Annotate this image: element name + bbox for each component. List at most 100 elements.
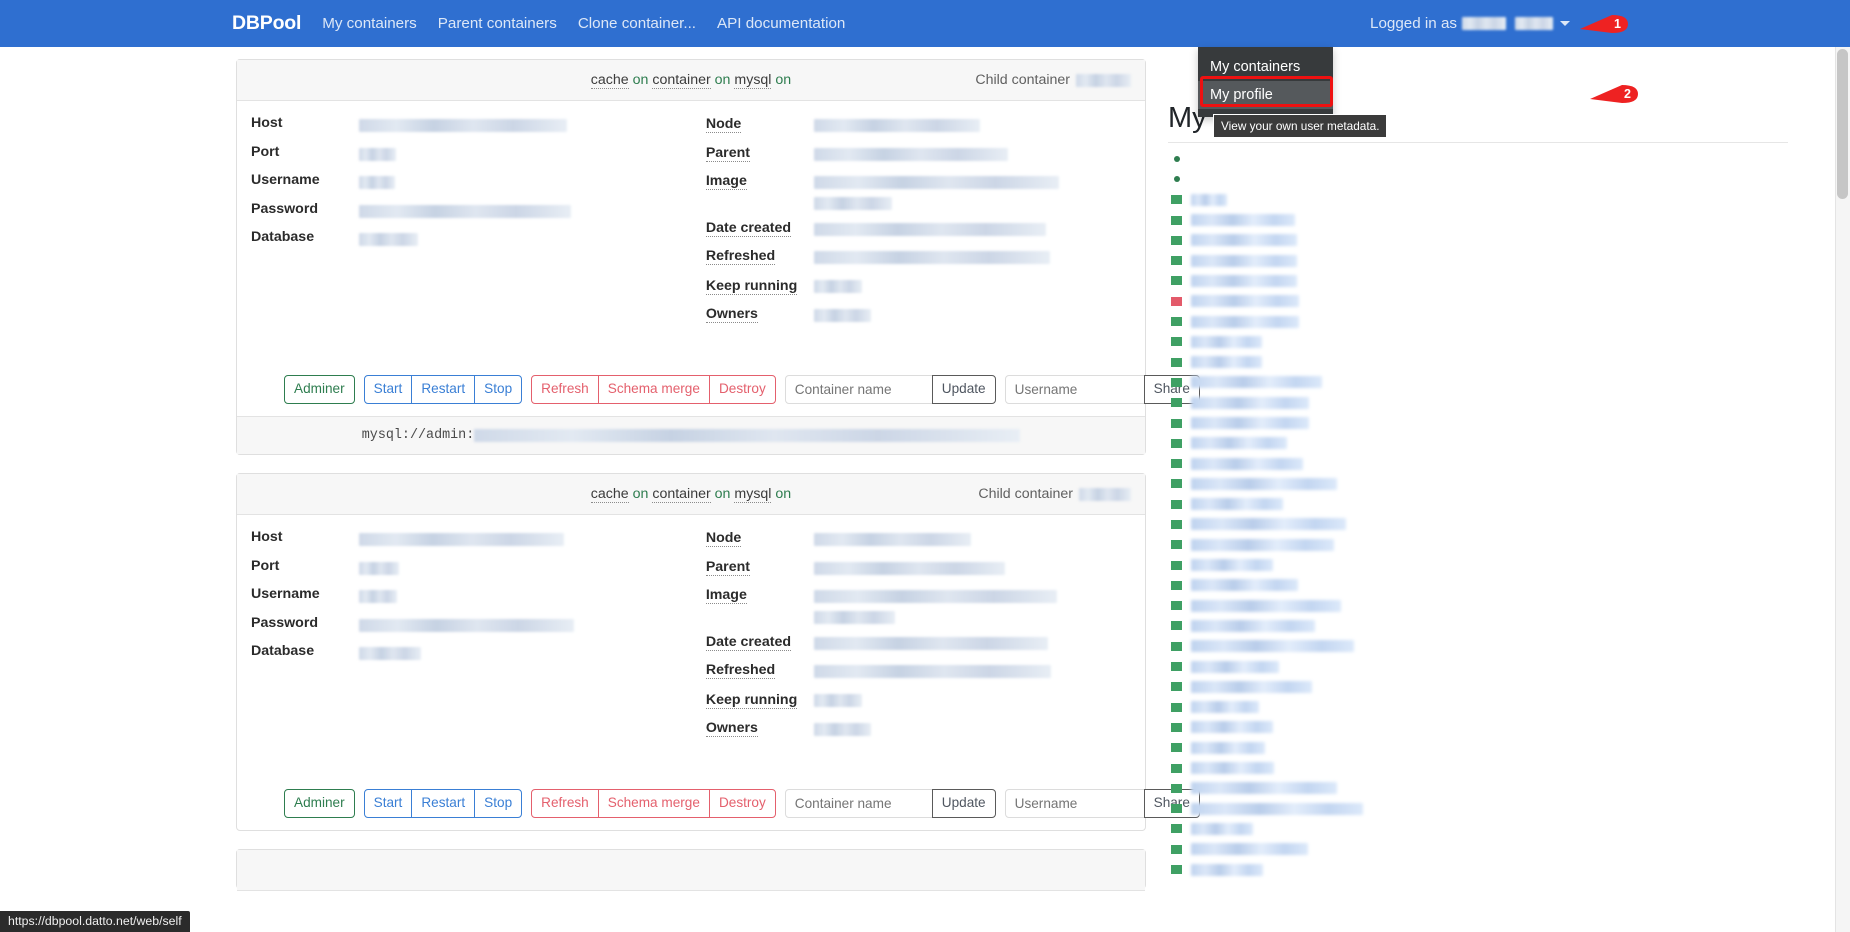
container-link-redacted[interactable]: [1191, 295, 1299, 308]
container-link-redacted[interactable]: [1191, 843, 1308, 856]
sidebar-container-item[interactable]: [1168, 250, 1828, 270]
container-link-redacted[interactable]: [1191, 802, 1363, 815]
update-button[interactable]: Update: [931, 375, 996, 404]
container-link-redacted[interactable]: [1191, 498, 1283, 511]
sidebar-container-item[interactable]: [1168, 453, 1828, 473]
container-link-redacted[interactable]: [1191, 762, 1274, 775]
container-link-redacted[interactable]: [1191, 234, 1297, 247]
container-link-redacted[interactable]: [1191, 782, 1337, 795]
container-link-redacted[interactable]: [1191, 396, 1309, 409]
sidebar-container-item[interactable]: [1168, 717, 1828, 737]
container-link-redacted[interactable]: [1191, 863, 1263, 876]
container-link-redacted[interactable]: [1191, 619, 1315, 632]
sidebar-container-item[interactable]: [1168, 332, 1828, 352]
page-scrollbar[interactable]: [1835, 47, 1850, 932]
container-link-redacted[interactable]: [1191, 477, 1337, 490]
sidebar-container-item[interactable]: [1168, 291, 1828, 311]
field-label-refreshed[interactable]: Refreshed: [705, 248, 776, 265]
sidebar-container-item[interactable]: [1168, 433, 1828, 453]
sidebar-container-item[interactable]: [1168, 677, 1828, 697]
start-button[interactable]: Start: [363, 789, 413, 818]
brand-logo[interactable]: DBPool: [232, 12, 301, 35]
list-item[interactable]: [1168, 169, 1828, 189]
sidebar-container-item[interactable]: [1168, 575, 1828, 595]
share-username-input[interactable]: [1004, 375, 1145, 404]
container-link-redacted[interactable]: [1191, 335, 1262, 348]
sidebar-container-item[interactable]: [1168, 555, 1828, 575]
container-link-redacted[interactable]: [1191, 680, 1312, 693]
container-link-redacted[interactable]: [1191, 457, 1303, 470]
sidebar-container-item[interactable]: [1168, 758, 1828, 778]
container-link-redacted[interactable]: [1191, 538, 1334, 551]
refresh-button[interactable]: Refresh: [531, 375, 599, 404]
container-link-redacted[interactable]: [1191, 559, 1273, 572]
field-label-date-created[interactable]: Date created: [705, 634, 791, 651]
field-label-node[interactable]: Node: [705, 116, 742, 133]
adminer-button[interactable]: Adminer: [284, 375, 355, 404]
sidebar-container-item[interactable]: [1168, 393, 1828, 413]
container-link-redacted[interactable]: [1191, 721, 1273, 734]
container-link-redacted[interactable]: [1191, 518, 1346, 531]
share-username-input[interactable]: [1004, 789, 1145, 818]
sidebar-container-item[interactable]: [1168, 535, 1828, 555]
list-item[interactable]: [1168, 149, 1828, 169]
destroy-button[interactable]: Destroy: [708, 789, 776, 818]
sidebar-container-item[interactable]: [1168, 352, 1828, 372]
container-name-input[interactable]: [784, 375, 933, 404]
sidebar-container-item[interactable]: [1168, 230, 1828, 250]
field-label-node[interactable]: Node: [705, 530, 742, 547]
nav-link-my-containers[interactable]: My containers: [322, 15, 417, 32]
sidebar-container-item[interactable]: [1168, 819, 1828, 839]
sidebar-container-item[interactable]: [1168, 778, 1828, 798]
scrollbar-thumb[interactable]: [1837, 49, 1848, 199]
container-link-redacted[interactable]: [1191, 741, 1265, 754]
field-label-keep-running[interactable]: Keep running: [705, 691, 798, 709]
field-label-image[interactable]: Image: [705, 173, 747, 190]
field-label-image[interactable]: Image: [705, 587, 747, 604]
container-link-redacted[interactable]: [1191, 640, 1354, 653]
nav-link-api-documentation[interactable]: API documentation: [717, 15, 845, 32]
dropdown-item-my-containers[interactable]: My containers: [1198, 53, 1333, 81]
adminer-button[interactable]: Adminer: [284, 789, 355, 818]
container-status-label[interactable]: container: [652, 486, 711, 503]
field-label-date-created[interactable]: Date created: [705, 220, 791, 237]
stop-button[interactable]: Stop: [474, 789, 523, 818]
sidebar-container-item[interactable]: [1168, 311, 1828, 331]
cache-status-label[interactable]: cache: [590, 72, 629, 89]
container-link-redacted[interactable]: [1191, 376, 1322, 389]
container-link-redacted[interactable]: [1191, 254, 1297, 267]
container-link-redacted[interactable]: [1191, 193, 1227, 206]
connection-string-footer[interactable]: mysql://admin:: [237, 416, 1145, 454]
field-label-owners[interactable]: Owners: [705, 720, 758, 737]
container-link-redacted[interactable]: [1191, 315, 1299, 328]
sidebar-container-item[interactable]: [1168, 474, 1828, 494]
nav-link-clone-container[interactable]: Clone container...: [578, 15, 696, 32]
update-button[interactable]: Update: [931, 789, 996, 818]
restart-button[interactable]: Restart: [411, 789, 476, 818]
dropdown-item-my-profile[interactable]: My profile: [1198, 81, 1333, 109]
container-name-input[interactable]: [784, 789, 933, 818]
field-label-parent[interactable]: Parent: [705, 145, 750, 162]
nav-link-parent-containers[interactable]: Parent containers: [438, 15, 557, 32]
destroy-button[interactable]: Destroy: [708, 375, 776, 404]
field-label-keep-running[interactable]: Keep running: [705, 277, 798, 295]
container-link-redacted[interactable]: [1191, 274, 1297, 287]
schema-merge-button[interactable]: Schema merge: [597, 375, 710, 404]
sidebar-container-item[interactable]: [1168, 494, 1828, 514]
container-link-redacted[interactable]: [1191, 599, 1341, 612]
restart-button[interactable]: Restart: [411, 375, 476, 404]
mysql-status-label[interactable]: mysql: [734, 486, 772, 503]
user-menu-toggle[interactable]: Logged in as: [1370, 0, 1570, 47]
container-link-redacted[interactable]: [1191, 356, 1262, 369]
sidebar-container-item[interactable]: [1168, 210, 1828, 230]
container-status-label[interactable]: container: [652, 72, 711, 89]
field-label-refreshed[interactable]: Refreshed: [705, 662, 776, 679]
field-label-parent[interactable]: Parent: [705, 559, 750, 576]
mysql-status-label[interactable]: mysql: [734, 72, 772, 89]
sidebar-container-item[interactable]: [1168, 738, 1828, 758]
sidebar-container-item[interactable]: [1168, 190, 1828, 210]
sidebar-container-item[interactable]: [1168, 413, 1828, 433]
sidebar-container-item[interactable]: [1168, 636, 1828, 656]
sidebar-container-item[interactable]: [1168, 596, 1828, 616]
container-link-redacted[interactable]: [1191, 660, 1279, 673]
